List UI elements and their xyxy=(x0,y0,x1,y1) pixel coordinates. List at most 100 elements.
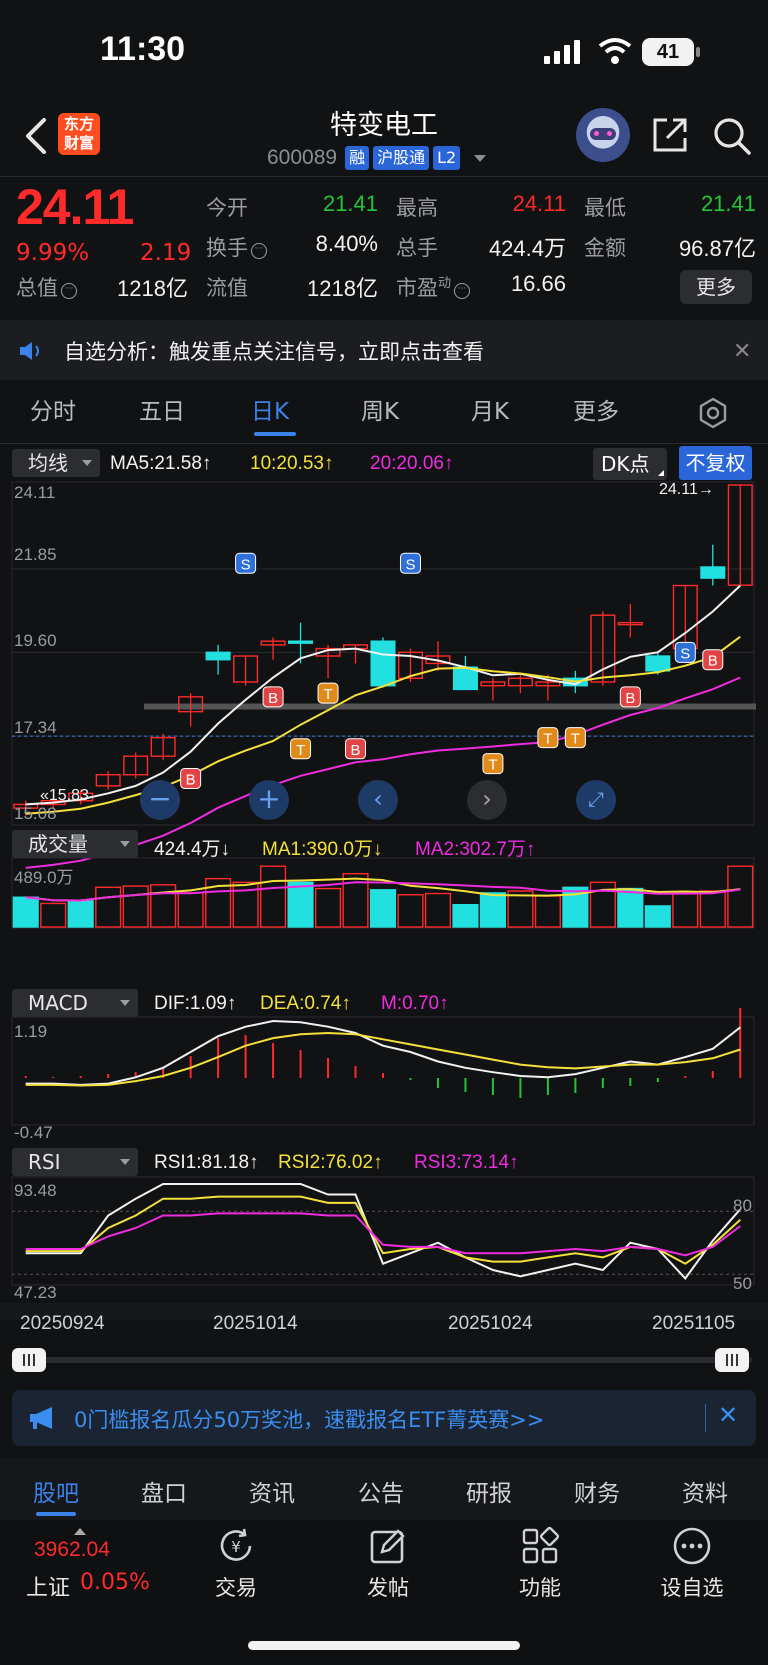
quote-label: 最高 xyxy=(396,196,438,220)
rsi3-value: RSI3:73.14↑ xyxy=(414,1152,519,1173)
divider xyxy=(0,176,768,177)
volume-bar xyxy=(40,902,67,928)
tag-margin: 融 xyxy=(345,146,370,170)
divider xyxy=(0,443,768,444)
compose-icon[interactable] xyxy=(368,1526,408,1566)
ma20-value: 20:20.06↑ xyxy=(370,453,454,474)
marker-letter: S xyxy=(241,556,251,573)
tab-daily-k[interactable]: 日K xyxy=(251,392,289,426)
chevron-left-icon[interactable]: ‹ xyxy=(358,780,398,820)
date-label-1: 20250924 xyxy=(20,1313,105,1334)
add-watchlist-label[interactable]: 设自选 xyxy=(642,1572,742,1602)
stock-code-row[interactable]: 600089 融 沪股通 L2 xyxy=(267,145,487,171)
tab-five-day[interactable]: 五日 xyxy=(139,392,185,426)
zoom-in-button[interactable]: + xyxy=(249,780,289,820)
alert-text[interactable]: 自选分析：触发重点关注信号，立即点击查看 xyxy=(64,336,484,366)
rsi-selector-label: RSI xyxy=(28,1150,61,1174)
megaphone-icon xyxy=(30,1407,52,1429)
volume-bar xyxy=(699,890,726,928)
marker-letter: B xyxy=(708,653,718,670)
tab-monthly-k[interactable]: 月K xyxy=(471,392,509,426)
period-tabs: 分时 五日 日K 周K 月K 更多 xyxy=(0,392,768,442)
no-adjust-button[interactable]: 不复权 xyxy=(679,446,752,480)
tab-financials[interactable]: 财务 xyxy=(574,1474,620,1508)
range-slider-right-handle[interactable] xyxy=(715,1348,749,1372)
tab-weekly-k[interactable]: 周K xyxy=(361,392,399,426)
ma-selector[interactable]: 均线 xyxy=(12,449,100,477)
y-label-top: 24.11 xyxy=(14,483,56,502)
tab-research[interactable]: 研报 xyxy=(466,1474,512,1508)
tab-intraday[interactable]: 分时 xyxy=(30,392,76,426)
rsi-selector[interactable]: RSI xyxy=(12,1148,138,1176)
trade-label[interactable]: 交易 xyxy=(186,1572,286,1602)
index-name[interactable]: 上证 xyxy=(26,1570,70,1602)
volume-bar xyxy=(287,881,314,928)
promo-text[interactable]: 0门槛报名瓜分50万奖池，速戳报名ETF菁英赛>> xyxy=(74,1404,544,1434)
y-label-3: 19.60 xyxy=(14,631,57,650)
low-price-tag: «15.83 xyxy=(40,787,89,804)
tab-profile[interactable]: 资料 xyxy=(682,1474,728,1508)
tag-l2: L2 xyxy=(433,146,461,170)
more-button[interactable]: 更多 xyxy=(680,270,752,304)
close-icon[interactable]: ✕ xyxy=(733,339,751,364)
stock-code: 600089 xyxy=(267,146,338,169)
svg-text:¥: ¥ xyxy=(231,1538,241,1556)
tab-announcements[interactable]: 公告 xyxy=(358,1474,404,1508)
stock-chart[interactable]: B S B T T B S T T T B S B xyxy=(0,480,768,1320)
chevron-down-icon xyxy=(474,154,487,162)
marker-letter: B xyxy=(625,690,635,707)
volume-selector[interactable]: 成交量 xyxy=(12,830,138,858)
range-slider-left-handle[interactable] xyxy=(12,1348,46,1372)
fullscreen-icon[interactable]: ⤢ xyxy=(576,780,616,820)
trade-icon[interactable]: ¥ xyxy=(216,1526,256,1566)
robot-assistant-avatar[interactable] xyxy=(576,108,630,162)
gear-icon[interactable] xyxy=(697,397,729,429)
marker-letter: B xyxy=(186,771,196,788)
quote-label: 今开 xyxy=(206,196,248,220)
quote-value: 21.41 xyxy=(322,191,378,216)
dk-points-button[interactable]: DK点 xyxy=(593,448,667,480)
tab-stock-forum[interactable]: 股吧 xyxy=(33,1474,79,1508)
volume-selector-label: 成交量 xyxy=(28,832,88,856)
marker-letter: T xyxy=(571,731,580,748)
signal-marker-B: B xyxy=(345,738,367,760)
chevron-right-icon[interactable]: › xyxy=(467,780,507,820)
tab-news[interactable]: 资讯 xyxy=(249,1474,295,1508)
rsi-panel xyxy=(0,1176,768,1320)
volume-bar xyxy=(424,892,452,928)
index-percent[interactable]: 0.05% xyxy=(80,1570,150,1595)
home-indicator xyxy=(248,1641,520,1650)
index-value[interactable]: 3962.04 xyxy=(34,1538,110,1562)
cellular-signal-icon xyxy=(544,40,580,64)
macd-top-label: 1.19 xyxy=(14,1022,48,1041)
compose-label[interactable]: 发帖 xyxy=(338,1572,438,1602)
volume-ma2: MA2:302.7万↑ xyxy=(415,839,536,860)
candle-body xyxy=(700,566,726,579)
volume-value: 424.4万↓ xyxy=(154,839,231,860)
macd-frame xyxy=(11,1016,755,1126)
tab-order-book[interactable]: 盘口 xyxy=(141,1474,187,1508)
volume-bar xyxy=(672,892,699,928)
share-icon[interactable] xyxy=(651,116,689,154)
zoom-out-button[interactable]: − xyxy=(140,780,180,820)
search-icon[interactable] xyxy=(712,116,752,156)
rsi2-value: RSI2:76.02↑ xyxy=(278,1152,383,1173)
y-label-4: 17.34 xyxy=(14,718,57,737)
marker-letter: T xyxy=(488,757,497,774)
current-price: 24.11 xyxy=(16,179,134,235)
range-slider-track[interactable] xyxy=(16,1357,752,1363)
more-dots-icon[interactable] xyxy=(672,1526,712,1566)
macd-panel xyxy=(11,1008,755,1126)
macd-selector[interactable]: MACD xyxy=(12,989,138,1017)
close-icon[interactable]: ✕ xyxy=(718,1401,738,1429)
volume-bar xyxy=(479,892,506,928)
volume-bar xyxy=(452,903,479,928)
macd-dif: DIF:1.09↑ xyxy=(154,993,237,1014)
marker-letter: T xyxy=(296,742,305,759)
tab-more[interactable]: 更多 xyxy=(573,392,619,426)
candle-body xyxy=(288,640,314,644)
functions-grid-icon[interactable] xyxy=(520,1526,560,1566)
caret-up-icon xyxy=(74,1528,86,1535)
signal-marker-S: S xyxy=(399,552,421,574)
functions-label[interactable]: 功能 xyxy=(490,1572,590,1602)
